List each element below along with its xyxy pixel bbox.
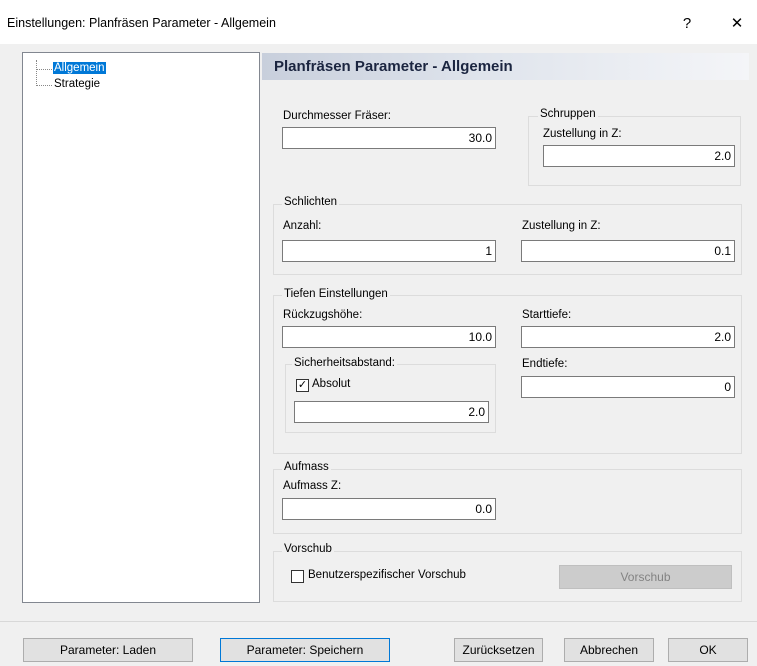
tree-connector: [37, 85, 52, 86]
vorschub-group-label: Vorschub: [282, 543, 334, 555]
parameter-laden-button[interactable]: Parameter: Laden: [23, 638, 193, 662]
footer-separator: [0, 621, 757, 622]
aufmass-z-label: Aufmass Z:: [283, 480, 342, 492]
schruppen-zustellung-label: Zustellung in Z:: [543, 128, 622, 140]
sicherheit-input[interactable]: 2.0: [294, 401, 489, 423]
tree-item-allgemein[interactable]: Allgemein: [53, 62, 106, 74]
panel-title: Planfräsen Parameter - Allgemein: [274, 58, 513, 75]
anzahl-input[interactable]: 1: [282, 240, 496, 262]
tree-item-label: Allgemein: [53, 62, 106, 74]
title-bar: Einstellungen: Planfräsen Parameter - Al…: [0, 0, 757, 44]
tree-item-strategie[interactable]: Strategie: [54, 78, 100, 90]
help-icon: ?: [682, 15, 692, 32]
absolut-label: Absolut: [312, 378, 351, 390]
close-button[interactable]: ✕: [717, 10, 757, 38]
benutzer-vorschub-checkbox[interactable]: [291, 570, 304, 583]
schlichten-zustellung-label: Zustellung in Z:: [522, 220, 601, 232]
anzahl-label: Anzahl:: [283, 220, 322, 232]
parameter-speichern-button[interactable]: Parameter: Speichern: [220, 638, 390, 662]
window-title: Einstellungen: Planfräsen Parameter - Al…: [7, 16, 276, 30]
close-icon: ✕: [730, 15, 744, 32]
starttiefe-label: Starttiefe:: [522, 309, 572, 321]
rueckzug-label: Rückzugshöhe:: [283, 309, 363, 321]
aufmass-z-input[interactable]: 0.0: [282, 498, 496, 520]
schlichten-group-label: Schlichten: [282, 196, 340, 208]
tree-connector: [37, 69, 52, 70]
help-button[interactable]: ?: [667, 10, 707, 38]
endtiefe-label: Endtiefe:: [522, 358, 568, 370]
zuruecksetzen-button[interactable]: Zurücksetzen: [454, 638, 543, 662]
durchmesser-label: Durchmesser Fräser:: [283, 110, 391, 122]
aufmass-group-label: Aufmass: [282, 461, 331, 473]
schlichten-zustellung-input[interactable]: 0.1: [521, 240, 735, 262]
starttiefe-input[interactable]: 2.0: [521, 326, 735, 348]
vorschub-button[interactable]: Vorschub: [559, 565, 732, 589]
schruppen-group-label: Schruppen: [538, 108, 598, 120]
endtiefe-input[interactable]: 0: [521, 376, 735, 398]
schruppen-zustellung-input[interactable]: 2.0: [543, 145, 735, 167]
tree-item-label: Strategie: [54, 78, 101, 90]
durchmesser-input[interactable]: 30.0: [282, 127, 496, 149]
benutzer-vorschub-label: Benutzerspezifischer Vorschub: [308, 569, 466, 581]
rueckzug-input[interactable]: 10.0: [282, 326, 496, 348]
tiefen-group-label: Tiefen Einstellungen: [282, 288, 390, 300]
sicherheit-group-label: Sicherheitsabstand:: [292, 357, 398, 369]
ok-button[interactable]: OK: [668, 638, 748, 662]
absolut-checkbox[interactable]: ✓: [296, 379, 309, 392]
panel-header: Planfräsen Parameter - Allgemein: [262, 53, 749, 80]
abbrechen-button[interactable]: Abbrechen: [564, 638, 654, 662]
tree-connector: [36, 60, 37, 86]
settings-tree[interactable]: Allgemein Strategie: [22, 52, 260, 603]
